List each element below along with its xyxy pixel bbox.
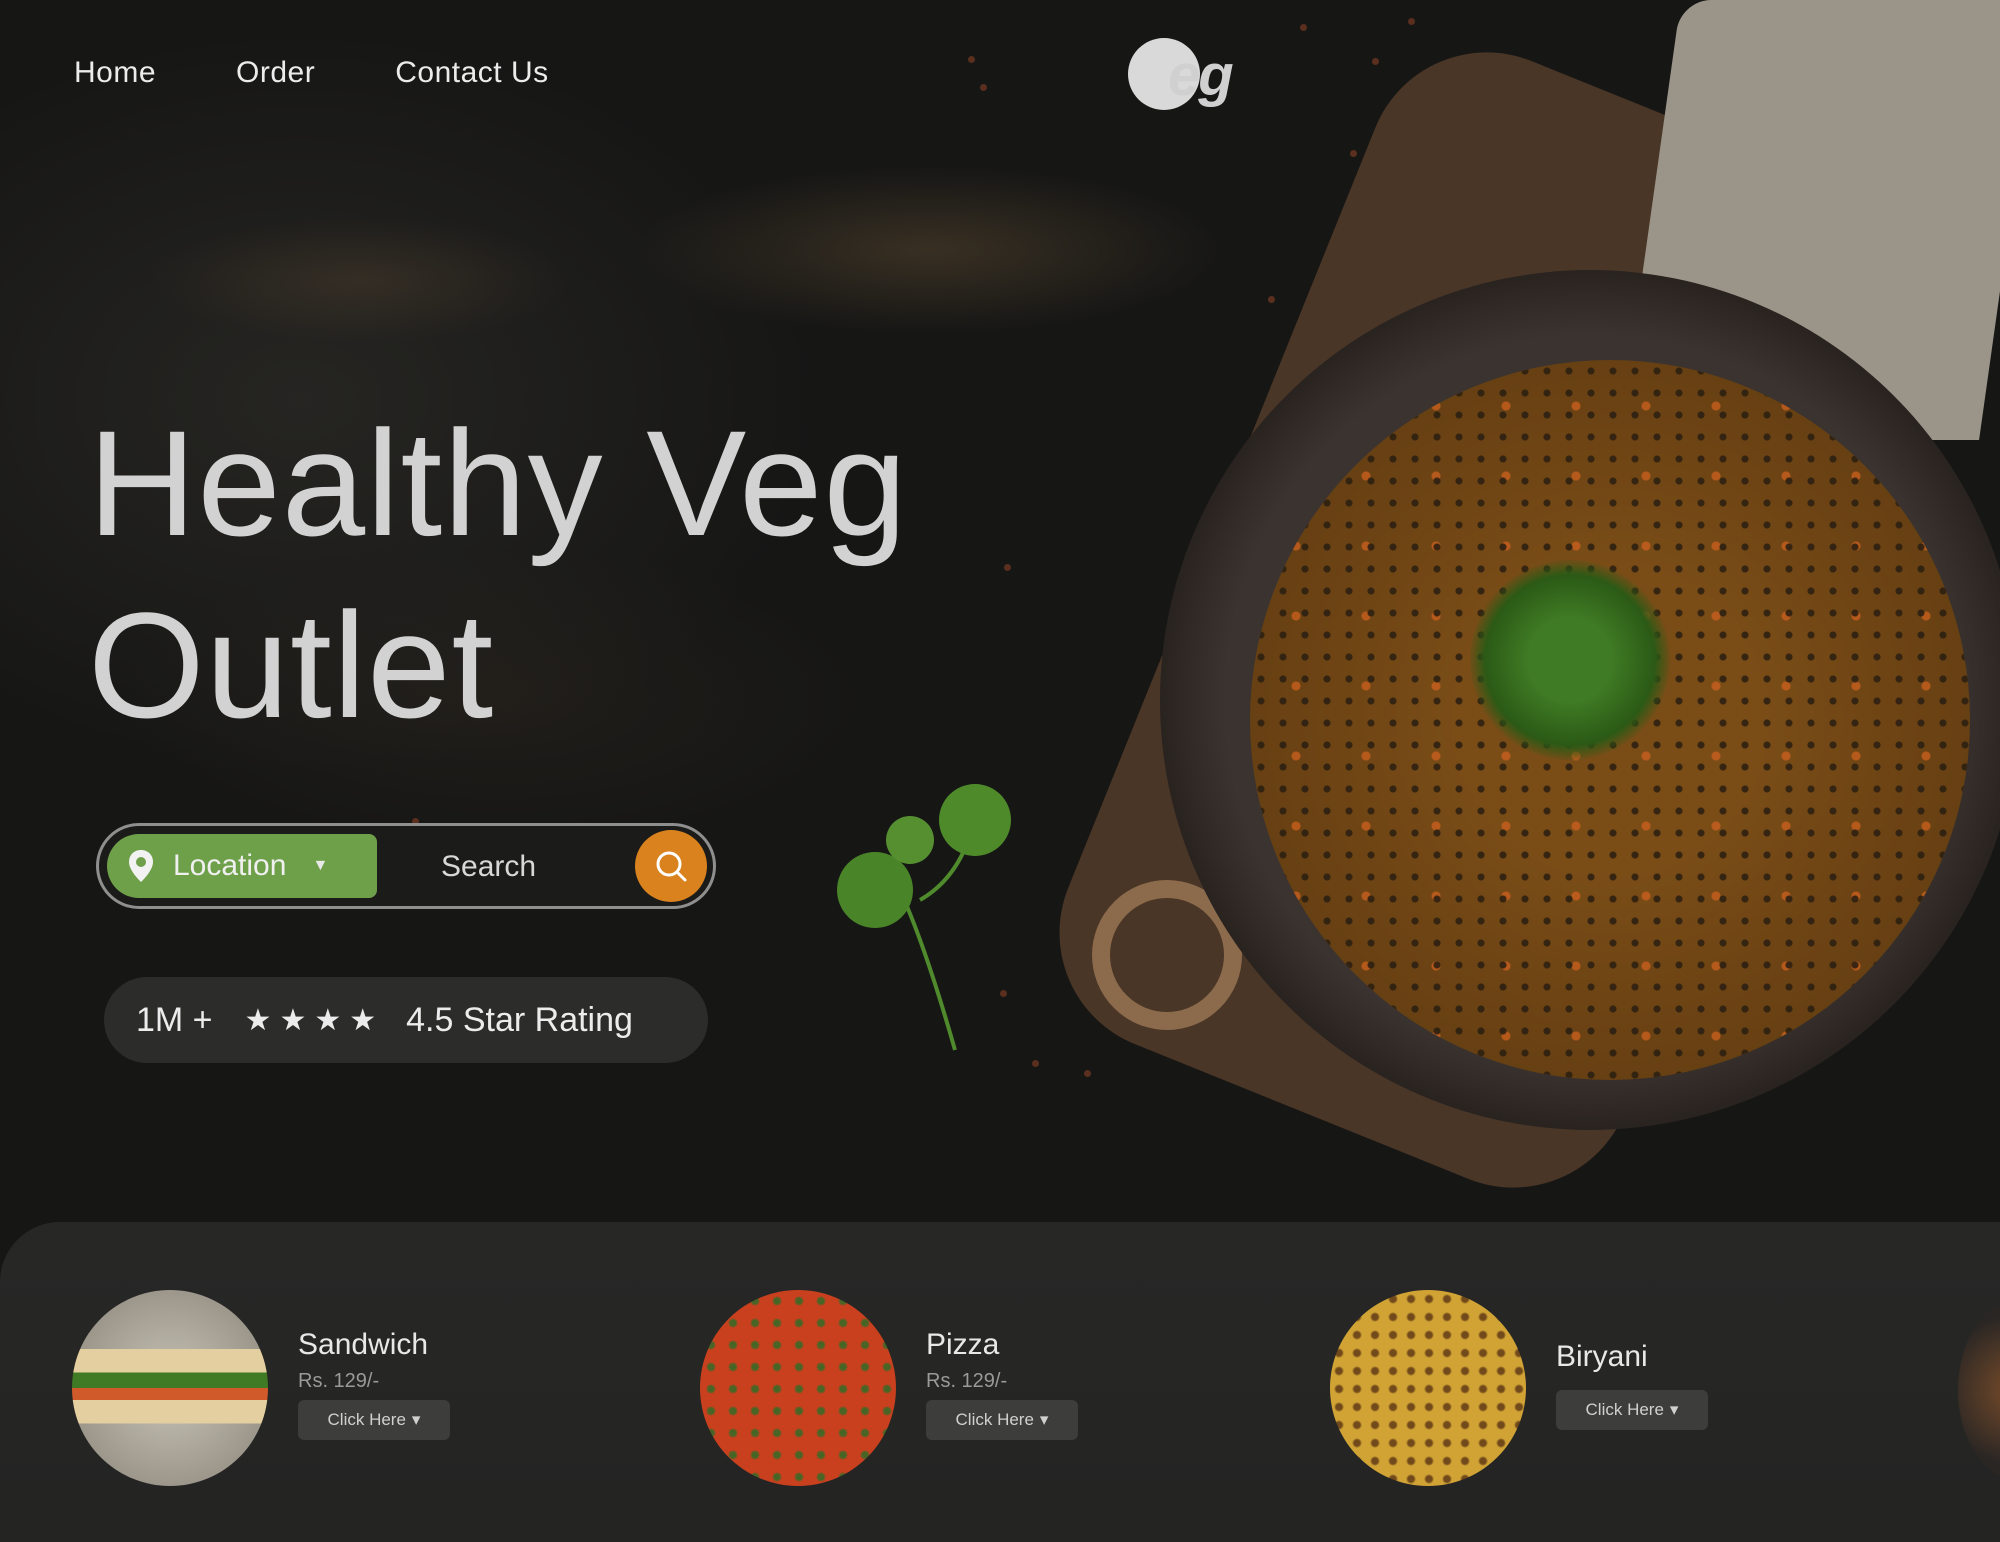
menu-card-pizza: Pizza Rs. 129/- Click Here ▾ bbox=[700, 1290, 1078, 1486]
chevron-down-icon: ▾ bbox=[411, 1410, 421, 1429]
rating-text: 4.5 Star Rating bbox=[406, 1000, 633, 1039]
card-price: Rs. 129/- bbox=[298, 1370, 380, 1392]
brand-logo[interactable]: eg bbox=[1128, 32, 1288, 112]
spice-speck bbox=[968, 56, 975, 63]
nav-order[interactable]: Order bbox=[236, 56, 315, 90]
menu-card-sandwich: Sandwich Rs. 129/- Click Here ▾ bbox=[72, 1290, 450, 1486]
spice-speck bbox=[1300, 24, 1307, 31]
rating-count: 1M + bbox=[136, 1000, 213, 1039]
chevron-down-icon: ▾ bbox=[1039, 1410, 1049, 1429]
click-here-button[interactable]: Click Here ▾ bbox=[298, 1400, 450, 1440]
search-bar: Location ▼ bbox=[96, 823, 716, 909]
chevron-down-icon: ▼ bbox=[312, 857, 329, 874]
menu-card-biryani: Biryani Click Here ▾ bbox=[1330, 1290, 1708, 1486]
button-label: Click Here bbox=[955, 1410, 1034, 1429]
coriander-garnish bbox=[1470, 560, 1670, 760]
card-price: Rs. 129/- bbox=[926, 1370, 1008, 1392]
spice-speck bbox=[1084, 1070, 1091, 1077]
pizza-image bbox=[700, 1290, 896, 1486]
nav-home[interactable]: Home bbox=[74, 56, 156, 90]
card-name: Sandwich bbox=[298, 1328, 429, 1361]
hero-title: Healthy Veg Outlet bbox=[88, 392, 908, 756]
spice-speck bbox=[1032, 1060, 1039, 1067]
star-rating-icon: ★★★★ bbox=[244, 1003, 385, 1037]
spice-speck bbox=[1004, 564, 1011, 571]
rating-badge: 1M + ★★★★ 4.5 Star Rating bbox=[104, 977, 708, 1063]
spice-speck bbox=[980, 84, 987, 91]
biryani-image bbox=[1330, 1290, 1526, 1486]
spice-speck bbox=[1350, 150, 1357, 157]
chevron-down-icon: ▾ bbox=[1669, 1400, 1679, 1419]
search-icon bbox=[656, 851, 687, 882]
location-pin-icon bbox=[129, 850, 153, 882]
spice-speck bbox=[1408, 18, 1415, 25]
location-label: Location bbox=[173, 849, 287, 882]
card-name: Biryani bbox=[1556, 1340, 1648, 1373]
search-button[interactable] bbox=[635, 830, 707, 902]
button-label: Click Here bbox=[1585, 1400, 1664, 1419]
spice-speck bbox=[1372, 58, 1379, 65]
logo-text: eg bbox=[1168, 43, 1234, 108]
button-label: Click Here bbox=[327, 1410, 406, 1429]
cilantro-sprig-icon bbox=[837, 784, 1011, 1051]
click-here-button[interactable]: Click Here ▾ bbox=[1556, 1390, 1708, 1430]
nav-contact-us[interactable]: Contact Us bbox=[395, 56, 548, 90]
hero-title-line2: Outlet bbox=[88, 581, 495, 749]
card-name: Pizza bbox=[926, 1328, 1000, 1361]
click-here-button[interactable]: Click Here ▾ bbox=[926, 1400, 1078, 1440]
location-dropdown[interactable]: Location ▼ bbox=[107, 834, 377, 898]
hero-title-line1: Healthy Veg bbox=[88, 399, 908, 567]
main-nav: Home Order Contact Us bbox=[74, 56, 549, 90]
spice-speck bbox=[1268, 296, 1275, 303]
search-input[interactable] bbox=[439, 842, 633, 892]
sandwich-image bbox=[72, 1290, 268, 1486]
